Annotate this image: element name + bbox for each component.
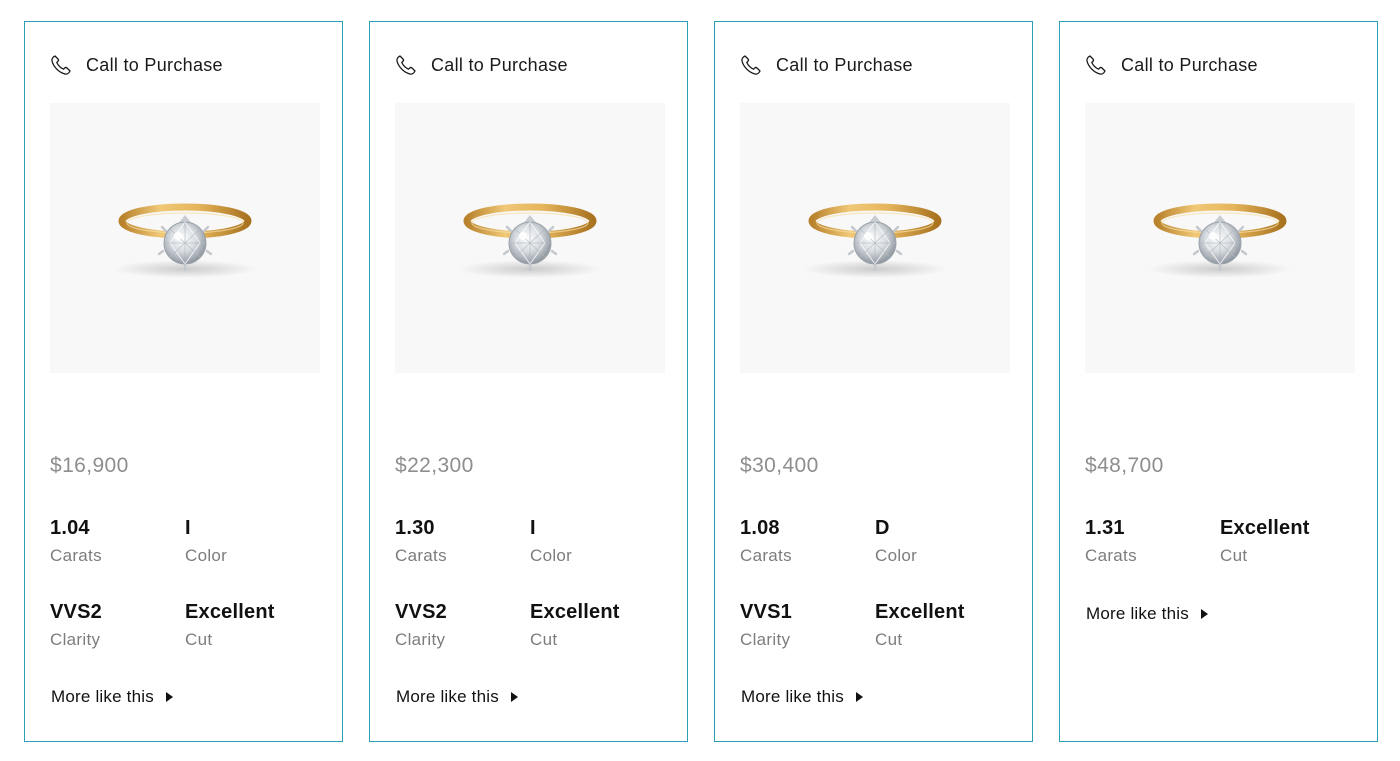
color-value: I <box>530 517 536 539</box>
more-like-this-link[interactable]: More like this <box>1086 604 1208 624</box>
call-to-purchase-label: Call to Purchase <box>431 54 568 75</box>
call-to-purchase-link[interactable]: Call to Purchase <box>394 52 568 78</box>
caret-right-icon <box>1200 609 1208 619</box>
more-like-this-link[interactable]: More like this <box>741 687 863 707</box>
clarity-label: Clarity <box>740 630 791 649</box>
clarity-label: Clarity <box>395 630 446 649</box>
more-like-this-link[interactable]: More like this <box>51 687 173 707</box>
cut-value: Excellent <box>530 601 620 623</box>
call-to-purchase-link[interactable]: Call to Purchase <box>739 52 913 78</box>
cut-label: Cut <box>530 630 558 649</box>
more-like-this-label: More like this <box>741 687 844 706</box>
more-like-this-label: More like this <box>1086 604 1189 623</box>
spec-clarity: VVS2 Clarity <box>395 600 447 650</box>
color-value: I <box>185 517 191 539</box>
cut-label: Cut <box>185 630 213 649</box>
product-card-3[interactable]: Call to Purchase $30,400 1.08 Carats D C… <box>714 21 1033 742</box>
call-to-purchase-label: Call to Purchase <box>86 54 223 75</box>
color-label: Color <box>875 546 918 565</box>
product-card-2[interactable]: Call to Purchase $22,300 1.30 Carats I C… <box>369 21 688 742</box>
spec-carats: 1.04 Carats <box>50 516 102 566</box>
carats-value: 1.04 <box>50 517 90 539</box>
spec-clarity: VVS2 Clarity <box>50 600 102 650</box>
phone-icon <box>1084 53 1108 77</box>
caret-right-icon <box>510 692 518 702</box>
clarity-value: VVS2 <box>395 601 447 623</box>
carats-label: Carats <box>50 546 102 565</box>
spec-carats: 1.30 Carats <box>395 516 447 566</box>
carats-label: Carats <box>1085 546 1137 565</box>
spec-color: I Color <box>185 516 227 566</box>
spec-color: D Color <box>875 516 917 566</box>
spec-cut: Excellent Cut <box>185 600 275 650</box>
clarity-value: VVS2 <box>50 601 102 623</box>
call-to-purchase-link[interactable]: Call to Purchase <box>1084 52 1258 78</box>
more-like-this-label: More like this <box>51 687 154 706</box>
color-label: Color <box>530 546 573 565</box>
product-image[interactable] <box>1085 103 1355 373</box>
cut-label: Cut <box>875 630 903 649</box>
spec-carats: 1.08 Carats <box>740 516 792 566</box>
cut-label: Cut <box>1220 546 1248 565</box>
product-image[interactable] <box>740 103 1010 373</box>
clarity-label: Clarity <box>50 630 101 649</box>
color-value: D <box>875 517 890 539</box>
caret-right-icon <box>855 692 863 702</box>
phone-icon <box>739 53 763 77</box>
more-like-this-link[interactable]: More like this <box>396 687 518 707</box>
spec-cut: Excellent Cut <box>530 600 620 650</box>
product-card-1[interactable]: Call to Purchase $16,900 1.04 Carats I C… <box>24 21 343 742</box>
call-to-purchase-link[interactable]: Call to Purchase <box>49 52 223 78</box>
product-image[interactable] <box>50 103 320 373</box>
product-card-4[interactable]: Call to Purchase $48,700 1.31 Carats Exc… <box>1059 21 1378 742</box>
call-to-purchase-label: Call to Purchase <box>776 54 913 75</box>
spec-cut: Excellent Cut <box>875 600 965 650</box>
spec-color: I Color <box>530 516 572 566</box>
price: $30,400 <box>740 454 819 477</box>
color-label: Color <box>185 546 228 565</box>
price: $48,700 <box>1085 454 1164 477</box>
phone-icon <box>49 53 73 77</box>
carats-value: 1.30 <box>395 517 435 539</box>
caret-right-icon <box>165 692 173 702</box>
product-image[interactable] <box>395 103 665 373</box>
price: $22,300 <box>395 454 474 477</box>
spec-cut: Excellent Cut <box>1220 516 1310 566</box>
call-to-purchase-label: Call to Purchase <box>1121 54 1258 75</box>
carats-label: Carats <box>740 546 792 565</box>
phone-icon <box>394 53 418 77</box>
clarity-value: VVS1 <box>740 601 792 623</box>
cut-value: Excellent <box>875 601 965 623</box>
price: $16,900 <box>50 454 129 477</box>
spec-clarity: VVS1 Clarity <box>740 600 792 650</box>
spec-carats: 1.31 Carats <box>1085 516 1137 566</box>
carats-label: Carats <box>395 546 447 565</box>
cut-value: Excellent <box>1220 517 1310 539</box>
more-like-this-label: More like this <box>396 687 499 706</box>
cut-value: Excellent <box>185 601 275 623</box>
carats-value: 1.08 <box>740 517 780 539</box>
carats-value: 1.31 <box>1085 517 1125 539</box>
